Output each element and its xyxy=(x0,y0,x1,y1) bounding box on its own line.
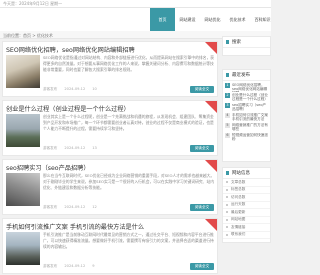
article-views: 9 xyxy=(92,264,95,268)
info-row[interactable]: 网站地图 xyxy=(223,217,270,224)
nav-home[interactable]: 首页 xyxy=(150,8,175,31)
info-row[interactable]: 友情链接 xyxy=(223,224,270,232)
article-card: SEO网络优化招聘，seo网络优化网站编辑招聘 SEO网络优化是指通过对网站结构… xyxy=(2,41,218,97)
bullet-icon xyxy=(226,226,228,229)
rank-badge: 3 xyxy=(225,102,230,108)
article-excerpt: 创业其实上是一个什么过程呢，创业是一个充满挑战和机遇的旅程，从发现机会、组建团队… xyxy=(43,114,214,131)
rank-badge: 4 xyxy=(225,112,230,118)
bullet-icon xyxy=(226,196,228,199)
breadcrumb-text: 当前位置：首页 > 优化技术 xyxy=(3,33,53,38)
corner-ribbon xyxy=(205,219,217,231)
article-title[interactable]: seo招聘实习（seo产品招聘） xyxy=(6,163,206,172)
info-widget-title: 网站信息 xyxy=(223,168,270,179)
article-card: 手机如何引流推广文案 手机引流的最快方法是什么 手机引流推广是当前移动互联网时代… xyxy=(2,218,218,274)
bullet-icon xyxy=(226,203,228,206)
latest-item[interactable]: 4 手机如何引流推广文案 手机引流的最快方法 xyxy=(223,111,270,121)
article-excerpt: SEO网络优化是指通过对网站结构、内容和外部链接进行优化，从而提高网站在搜索引擎… xyxy=(43,55,215,72)
article-thumbnail[interactable] xyxy=(6,114,40,147)
info-row: 访问总数 xyxy=(223,194,270,202)
article-excerpt: 那么在当今互联网时代，SEO优化已经成为企业网络营销的重要手段，对SEO人才的需… xyxy=(43,173,215,190)
article-views: 12 xyxy=(92,205,97,209)
latest-item[interactable]: 5 网络营销推广的方法有哪些 xyxy=(223,121,270,131)
bullet-icon xyxy=(226,188,228,191)
article-card: seo招聘实习（seo产品招聘） 那么在当今互联网时代，SEO优化已经成为企业网… xyxy=(2,159,218,215)
read-more-button[interactable]: 阅读全文 xyxy=(190,86,214,93)
article-date: 2024-09-12 xyxy=(64,205,86,209)
info-row[interactable]: 联系我们 xyxy=(223,232,270,239)
info-icon xyxy=(226,171,229,175)
article-thumbnail[interactable] xyxy=(6,173,40,206)
latest-widget-title: 最近发布 xyxy=(223,70,270,81)
bullet-icon xyxy=(226,181,228,184)
article-thumbnail[interactable] xyxy=(6,232,40,265)
latest-item[interactable]: 6 短视频运营如何快速涨粉 xyxy=(223,131,270,141)
search-widget: 搜索 xyxy=(222,36,271,56)
article-views: 10 xyxy=(92,87,97,91)
article-list: SEO网络优化招聘，seo网络优化网站编辑招聘 SEO网络优化是指通过对网站结构… xyxy=(2,41,218,275)
search-widget-title: 搜索 xyxy=(223,37,270,48)
latest-item[interactable]: 1 SEO网络优化招聘，seo网络优化网站编辑招聘 xyxy=(223,81,270,92)
article-date: 2024-09-12 xyxy=(64,87,86,91)
main-nav: 首页 网站建设 网站优化 优化技术 百科知识 xyxy=(150,8,275,31)
article-card: 创业是什么过程（创业过程是一个什么过程） 创业其实上是一个什么过程呢，创业是一个… xyxy=(2,100,218,156)
bullet-icon xyxy=(226,211,228,214)
date-text: 今天是：2024年9月12日 星期一 xyxy=(3,1,63,6)
article-views: 13 xyxy=(92,146,97,150)
search-icon xyxy=(226,40,229,44)
article-title[interactable]: 手机如何引流推广文案 手机引流的最快方法是什么 xyxy=(6,222,206,231)
article-author: 游客发布 xyxy=(43,264,58,268)
latest-item-text[interactable]: SEO网络优化招聘，seo网络优化网站编辑招聘 xyxy=(232,83,268,92)
read-more-button[interactable]: 阅读全文 xyxy=(190,145,214,152)
article-author: 游客发布 xyxy=(43,205,58,209)
latest-widget: 最近发布 1 SEO网络优化招聘，seo网络优化网站编辑招聘 2 创业是什么过程… xyxy=(222,69,271,162)
corner-ribbon xyxy=(205,42,217,54)
info-widget: 网站信息 文章总数 标签总数 访问总数 运行天数 最后更新 网站地图 友情链接 … xyxy=(222,167,271,243)
latest-item[interactable]: 2 创业是什么过程（创业过程是一个什么过程） xyxy=(223,91,270,101)
latest-item-text[interactable]: 手机如何引流推广文案 手机引流的最快方法 xyxy=(232,113,268,122)
rank-badge: 6 xyxy=(225,132,230,138)
article-date: 2024-09-12 xyxy=(64,146,86,150)
bullet-icon xyxy=(226,218,228,221)
rank-badge: 1 xyxy=(225,82,230,88)
nav-optimize-tech[interactable]: 优化技术 xyxy=(225,8,250,31)
nav-web-optimize[interactable]: 网站优化 xyxy=(200,8,225,31)
nav-web-build[interactable]: 网站建设 xyxy=(175,8,200,31)
info-row: 文章总数 xyxy=(223,179,270,187)
info-row: 运行天数 xyxy=(223,202,270,209)
rank-badge: 2 xyxy=(225,92,230,98)
latest-item-text[interactable]: 创业是什么过程（创业过程是一个什么过程） xyxy=(232,93,268,102)
bullet-icon xyxy=(226,233,228,236)
article-author: 游客发布 xyxy=(43,146,58,150)
top-bar: 今天是：2024年9月12日 星期一 xyxy=(0,0,271,8)
article-excerpt: 手机引流推广是当前移动互联网时代最常见的营销方式之一，通过社交平台、短视频和内容… xyxy=(43,232,214,249)
nav-wiki[interactable]: 百科知识 xyxy=(250,8,275,31)
article-meta: 游客发布 2024-09-12 12 xyxy=(43,205,97,210)
latest-item[interactable]: 3 seo招聘实习（seo产品招聘） xyxy=(223,101,270,111)
article-title[interactable]: SEO网络优化招聘，seo网络优化网站编辑招聘 xyxy=(6,45,206,54)
article-meta: 游客发布 2024-09-12 9 xyxy=(43,264,95,269)
article-title[interactable]: 创业是什么过程（创业过程是一个什么过程） xyxy=(6,104,206,113)
article-meta: 游客发布 2024-09-12 13 xyxy=(43,146,97,151)
read-more-button[interactable]: 阅读全文 xyxy=(190,204,214,211)
info-row: 最后更新 xyxy=(223,209,270,217)
latest-item-text[interactable]: seo招聘实习（seo产品招聘） xyxy=(232,103,268,112)
article-author: 游客发布 xyxy=(43,87,58,91)
corner-ribbon xyxy=(205,160,217,172)
rank-badge: 5 xyxy=(225,122,230,128)
list-icon xyxy=(226,73,229,77)
article-date: 2024-09-12 xyxy=(64,264,86,268)
corner-ribbon xyxy=(205,101,217,113)
latest-item-text[interactable]: 短视频运营如何快速涨粉 xyxy=(232,133,268,142)
info-row: 标签总数 xyxy=(223,187,270,194)
article-meta: 游客发布 2024-09-12 10 xyxy=(43,87,97,92)
article-thumbnail[interactable] xyxy=(6,55,40,88)
latest-item-text[interactable]: 网络营销推广的方法有哪些 xyxy=(232,123,268,132)
sidebar: 搜索 最近发布 1 SEO网络优化招聘，seo网络优化网站编辑招聘 2 创业是什… xyxy=(222,36,271,275)
read-more-button[interactable]: 阅读全文 xyxy=(190,263,214,270)
